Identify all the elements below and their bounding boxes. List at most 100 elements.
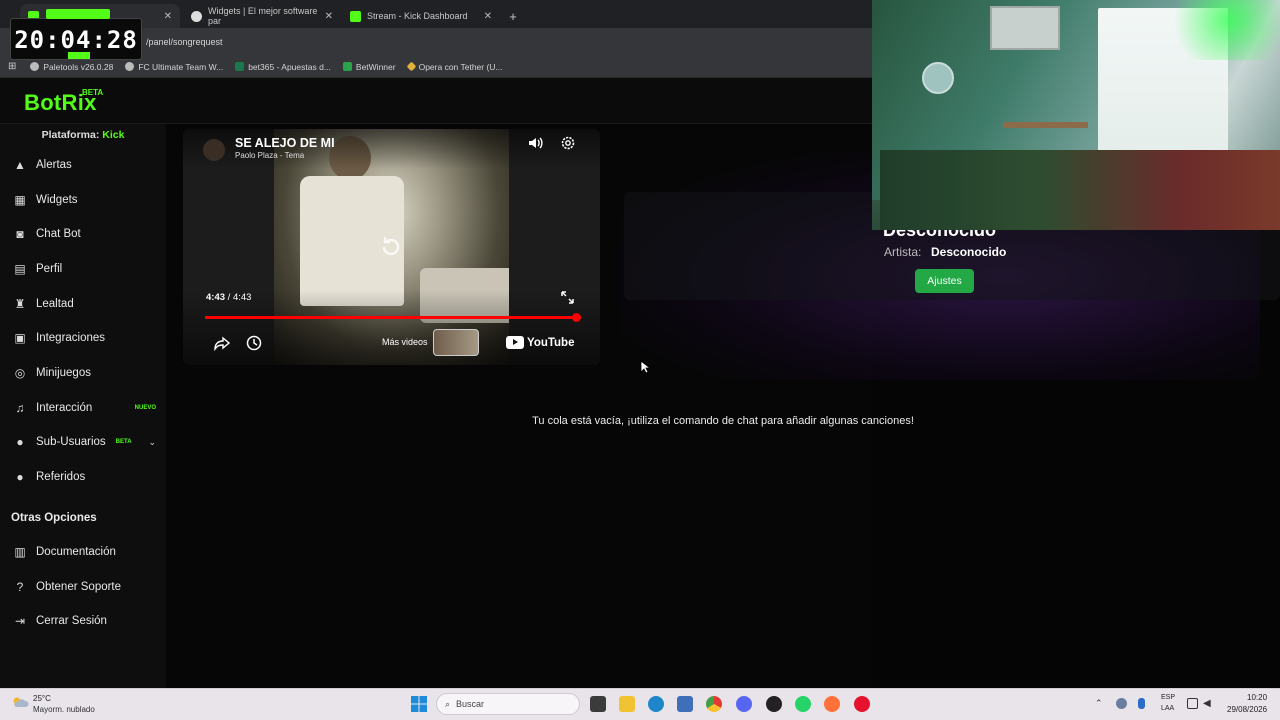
sidebar-item-label: Sub-Usuarios (36, 436, 106, 448)
replay-icon[interactable] (376, 232, 406, 262)
more-videos-label[interactable]: Más videos (382, 337, 428, 347)
bookmark-betwinner[interactable]: BetWinner (342, 61, 396, 72)
network-tray-icon[interactable] (1116, 698, 1127, 709)
weather-description[interactable]: Mayorm. nublado (33, 705, 95, 714)
sidebar-item-label: Obtener Soporte (36, 581, 122, 593)
sidebar-item-label: Interacción (36, 402, 93, 414)
search-placeholder: Buscar (456, 699, 485, 709)
book-icon: ▥ (14, 545, 26, 559)
bookmark-label: BetWinner (355, 61, 396, 72)
opera-icon[interactable] (854, 696, 870, 712)
robot-icon: ◙ (16, 227, 24, 241)
new-badge: NUEVO (134, 405, 156, 411)
bookmark-label: Paletools v26.0.28 (43, 61, 114, 72)
time-separator: / (225, 292, 233, 303)
trophy-icon: ♜ (14, 297, 26, 311)
bookmark-fc-ultimate[interactable]: FC Ultimate Team W... (125, 62, 223, 72)
more-videos-thumbnail[interactable] (433, 329, 479, 356)
taskbar-clock-date[interactable]: 29/08/2026 (1227, 705, 1267, 714)
settings-button[interactable]: Ajustes (915, 269, 974, 293)
betwinner-icon (342, 62, 352, 71)
task-view-icon[interactable] (590, 696, 606, 712)
sidebar-item-cerrar-sesion[interactable]: ⇥ Cerrar Sesión (0, 606, 166, 636)
sidebar-item-documentacion[interactable]: ▥ Documentación (0, 537, 166, 567)
chevron-up-icon[interactable]: ⌃ (1095, 698, 1106, 709)
cloud-sun-icon[interactable] (11, 695, 29, 709)
sidebar-item-sub-usuarios[interactable]: ● Sub-Usuarios BETA ⌄ (0, 427, 166, 457)
close-tab-icon[interactable]: ✕ (164, 11, 172, 22)
url-text[interactable]: /panel/songrequest (146, 37, 223, 47)
youtube-wordmark: YouTube (527, 336, 575, 349)
sidebar-item-label: Documentación (36, 546, 116, 558)
sidebar-item-alertas[interactable]: ▲ Alertas (0, 150, 166, 180)
sidebar-item-widgets[interactable]: ▦ Widgets (0, 185, 166, 215)
edge-icon[interactable] (648, 696, 664, 712)
store-icon[interactable] (677, 696, 693, 712)
sidebar-item-obtener-soporte[interactable]: ? Obtener Soporte (0, 572, 166, 602)
speaker-icon[interactable]: ◀ (1203, 698, 1214, 709)
tab-widgets[interactable]: Widgets | El mejor software par ✕ (183, 4, 341, 28)
sidebar-item-minijuegos[interactable]: ◎ Minijuegos (0, 358, 166, 388)
sidebar-item-label: Cerrar Sesión (36, 615, 107, 627)
windows-start-icon[interactable] (411, 696, 427, 712)
channel-avatar[interactable] (203, 139, 225, 161)
globe-icon (125, 62, 135, 71)
progress-bar[interactable] (205, 316, 577, 319)
help-icon: ? (16, 580, 24, 594)
bookmark-label: Opera con Tether (U... (418, 61, 503, 72)
share-icon[interactable] (213, 334, 231, 352)
bookmark-bet365[interactable]: bet365 - Apuestas d... (235, 62, 331, 72)
progress-scrubber[interactable] (572, 313, 581, 322)
sidebar-item-integraciones[interactable]: ▣ Integraciones (0, 323, 166, 353)
apps-grid-icon[interactable]: ⊞ (8, 61, 16, 72)
expand-icon[interactable] (560, 290, 575, 305)
bookmark-tether[interactable]: Opera con Tether (U... (406, 61, 503, 72)
sidebar-item-referidos[interactable]: ● Referidos (0, 462, 166, 492)
platform-value: Kick (102, 129, 125, 141)
sidebar-item-lealtad[interactable]: ♜ Lealtad (0, 289, 166, 319)
webcam-shelf (1003, 122, 1088, 128)
warning-icon: ▲ (14, 158, 26, 172)
plugin-icon: ▣ (14, 331, 26, 345)
chevron-down-icon[interactable]: ⌄ (148, 437, 156, 448)
clock-icon[interactable] (245, 334, 263, 352)
whatsapp-icon[interactable] (795, 696, 811, 712)
close-tab-icon[interactable]: ✕ (325, 11, 333, 22)
new-tab-button[interactable]: + (503, 4, 523, 28)
taskbar-clock-time[interactable]: 10:20 (1247, 693, 1267, 702)
tab-kick-dashboard[interactable]: Stream - Kick Dashboard ✕ (342, 4, 500, 28)
sidebar-item-perfil[interactable]: ▤ Perfil (0, 254, 166, 284)
youtube-play-icon (506, 336, 524, 349)
close-tab-icon[interactable]: ✕ (484, 11, 492, 22)
bookmark-label: bet365 - Apuestas d... (248, 61, 331, 72)
taskbar-search[interactable]: ⌕ Buscar (436, 693, 580, 715)
discord-icon[interactable] (736, 696, 752, 712)
webcam-air-conditioner (990, 6, 1060, 50)
sidebar-item-label: Minijuegos (36, 367, 91, 379)
gamepad-icon: ◎ (14, 366, 26, 380)
time-total: 4:43 (232, 292, 252, 303)
language-code[interactable]: ESP (1161, 694, 1175, 701)
sidebar-item-chat-bot[interactable]: ◙ Chat Bot (0, 219, 166, 249)
microphone-icon[interactable] (1138, 698, 1145, 709)
sidebar-item-label: Referidos (36, 471, 86, 483)
sidebar-item-label: Lealtad (36, 298, 74, 310)
sidebar-item-interaccion[interactable]: ♫ Interacción NUEVO (0, 393, 166, 423)
chrome-icon[interactable] (706, 696, 722, 712)
clock-top-badge (46, 9, 110, 19)
gear-icon[interactable] (559, 134, 577, 152)
sidebar-item-label: Alertas (36, 159, 72, 171)
diamond-icon (406, 61, 417, 72)
kick-favicon-icon (350, 10, 361, 22)
display-tray-icon[interactable] (1187, 698, 1198, 709)
firefox-icon[interactable] (824, 696, 840, 712)
obs-icon[interactable] (766, 696, 782, 712)
file-explorer-icon[interactable] (619, 696, 635, 712)
keyboard-layout[interactable]: LAA (1161, 705, 1174, 712)
video-title[interactable]: SE ALEJO DE MI (235, 136, 335, 150)
youtube-logo[interactable]: YouTube (506, 335, 574, 350)
volume-icon[interactable] (527, 134, 545, 152)
weather-temperature[interactable]: 25°C (33, 694, 51, 703)
bookmark-paletools[interactable]: Paletools v26.0.28 (30, 62, 113, 72)
windows-taskbar (0, 688, 1280, 720)
